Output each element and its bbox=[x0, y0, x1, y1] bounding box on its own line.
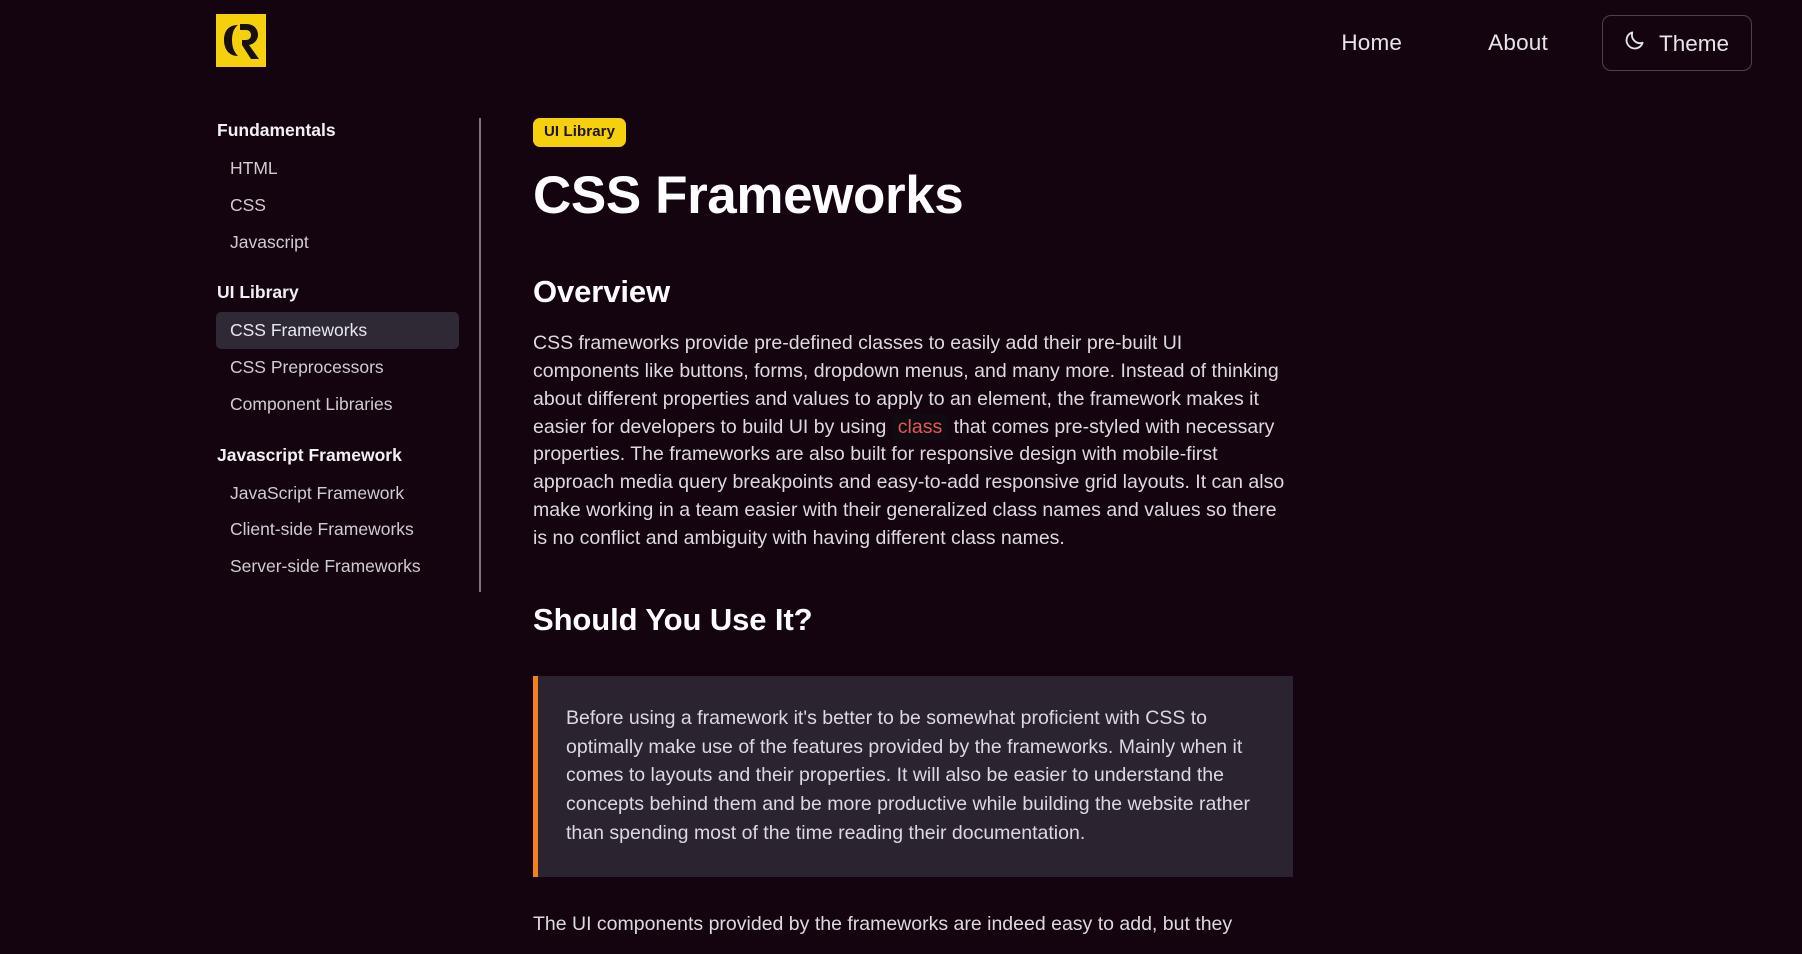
sidebar-item-html[interactable]: HTML bbox=[216, 150, 459, 187]
trailing-paragraph: The UI components provided by the framew… bbox=[533, 913, 1233, 936]
sidebar-item-css-frameworks[interactable]: CSS Frameworks bbox=[216, 312, 459, 349]
sidebar-group-title: Fundamentals bbox=[217, 120, 336, 140]
section-heading-should-you-use-it: Should You Use It? bbox=[533, 601, 813, 637]
page-title: CSS Frameworks bbox=[533, 165, 964, 225]
page-layout: Fundamentals HTML CSS Javascript UI Libr… bbox=[0, 86, 1802, 939]
category-badge: UI Library bbox=[533, 118, 627, 147]
nav-link-about[interactable]: About bbox=[1488, 31, 1548, 55]
sidebar-group-title: Javascript Framework bbox=[217, 444, 402, 465]
callout-note: Before using a framework it's better to … bbox=[533, 676, 1293, 878]
site-header: Home About Theme bbox=[0, 0, 1802, 86]
inline-code-class: class bbox=[891, 413, 949, 440]
sidebar-group-fundamentals: Fundamentals HTML CSS Javascript bbox=[216, 120, 481, 260]
theme-button-label: Theme bbox=[1658, 30, 1729, 56]
sidebar-group-ui-library: UI Library CSS Frameworks CSS Preprocess… bbox=[216, 282, 481, 422]
sidebar-item-javascript-framework[interactable]: JavaScript Framework bbox=[216, 475, 459, 512]
callout-text: Before using a framework it's better to … bbox=[566, 707, 1250, 844]
section-heading-overview: Overview bbox=[533, 273, 671, 309]
main-content: UI Library CSS Frameworks Overview CSS f… bbox=[481, 86, 1301, 939]
logo-monogram-icon bbox=[216, 14, 266, 67]
sidebar-item-css[interactable]: CSS bbox=[216, 187, 459, 224]
theme-toggle-button[interactable]: Theme bbox=[1601, 15, 1752, 71]
sidebar-navigation: Fundamentals HTML CSS Javascript UI Libr… bbox=[216, 86, 481, 592]
site-logo[interactable] bbox=[216, 14, 266, 67]
overview-paragraph: CSS frameworks provide pre-defined class… bbox=[533, 330, 1293, 553]
sidebar-item-server-side-frameworks[interactable]: Server-side Frameworks bbox=[216, 548, 459, 585]
moon-icon bbox=[1623, 29, 1646, 57]
sidebar-item-javascript[interactable]: Javascript bbox=[216, 224, 459, 261]
sidebar-item-client-side-frameworks[interactable]: Client-side Frameworks bbox=[216, 511, 459, 548]
nav-link-home[interactable]: Home bbox=[1341, 31, 1402, 55]
sidebar-item-css-preprocessors[interactable]: CSS Preprocessors bbox=[216, 349, 459, 386]
sidebar-item-component-libraries[interactable]: Component Libraries bbox=[216, 386, 459, 423]
main-navigation: Home About Theme bbox=[1341, 0, 1802, 86]
sidebar-group-javascript-framework: Javascript Framework JavaScript Framewor… bbox=[216, 445, 481, 585]
sidebar-group-title: UI Library bbox=[217, 282, 299, 303]
